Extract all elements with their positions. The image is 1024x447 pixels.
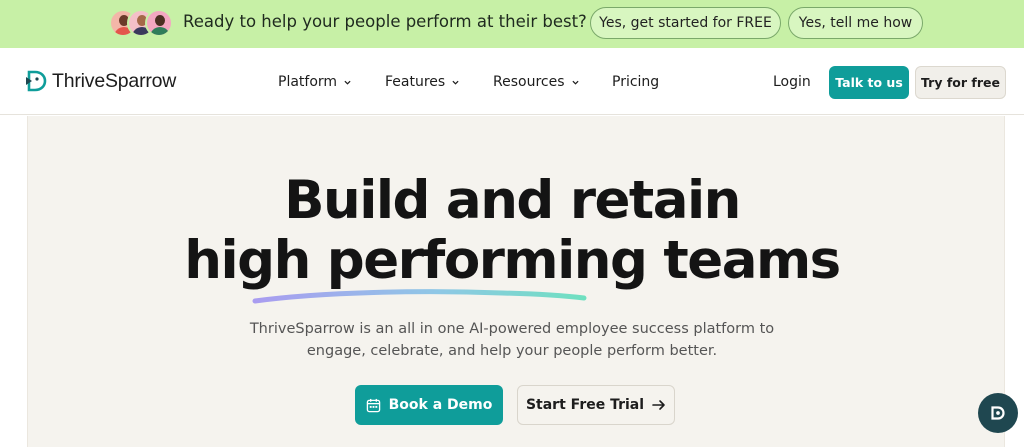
brand-name: ThriveSparrow <box>52 69 177 92</box>
nav-platform-label: Platform <box>278 74 338 90</box>
calendar-icon <box>366 398 380 412</box>
nav-pricing-label: Pricing <box>612 74 660 90</box>
arrow-right-icon <box>652 400 665 410</box>
chevron-down-icon <box>452 80 459 85</box>
start-free-trial-label: Start Free Trial <box>525 397 645 413</box>
hero-subtext-line1: ThriveSparrow is an all in one AI-powere… <box>249 321 775 337</box>
chevron-down-icon <box>344 80 351 85</box>
tell-me-how-button[interactable]: Yes, tell me how <box>788 7 923 39</box>
get-started-free-button[interactable]: Yes, get started for FREE <box>590 7 781 39</box>
hero-headline-line1: Build and retain <box>284 170 741 231</box>
announcement-text: Ready to help your people perform at the… <box>183 12 587 31</box>
book-demo-button[interactable]: Book a Demo <box>355 385 503 425</box>
nav-features-label: Features <box>385 74 446 90</box>
hero-headline-line2: high performing teams <box>184 230 841 291</box>
talk-to-us-button[interactable]: Talk to us <box>829 66 909 99</box>
nav-platform[interactable]: Platform <box>278 74 351 90</box>
nav-features[interactable]: Features <box>385 74 459 90</box>
nav-resources[interactable]: Resources <box>493 74 579 90</box>
nav-resources-label: Resources <box>493 74 565 90</box>
hero-subtext-line2: engage, celebrate, and help your people … <box>306 343 718 359</box>
chat-widget-button[interactable] <box>978 393 1018 433</box>
try-for-free-button[interactable]: Try for free <box>915 66 1006 99</box>
thrivesparrow-logo-icon <box>26 70 47 92</box>
chevron-down-icon <box>571 80 579 85</box>
avatar <box>145 9 173 37</box>
nav-pricing[interactable]: Pricing <box>612 74 659 90</box>
top-navigation: ThriveSparrow Platform Features Resource… <box>0 48 1024 115</box>
book-demo-label: Book a Demo <box>388 397 493 413</box>
brand-logo[interactable]: ThriveSparrow <box>25 69 176 93</box>
announcement-bar: Ready to help your people perform at the… <box>0 0 1024 48</box>
chat-bubble-icon <box>991 406 1005 420</box>
login-link[interactable]: Login <box>773 74 811 90</box>
headline-underline-decoration <box>252 289 587 304</box>
start-free-trial-button[interactable]: Start Free Trial <box>517 385 675 425</box>
avatar-group <box>109 9 173 37</box>
